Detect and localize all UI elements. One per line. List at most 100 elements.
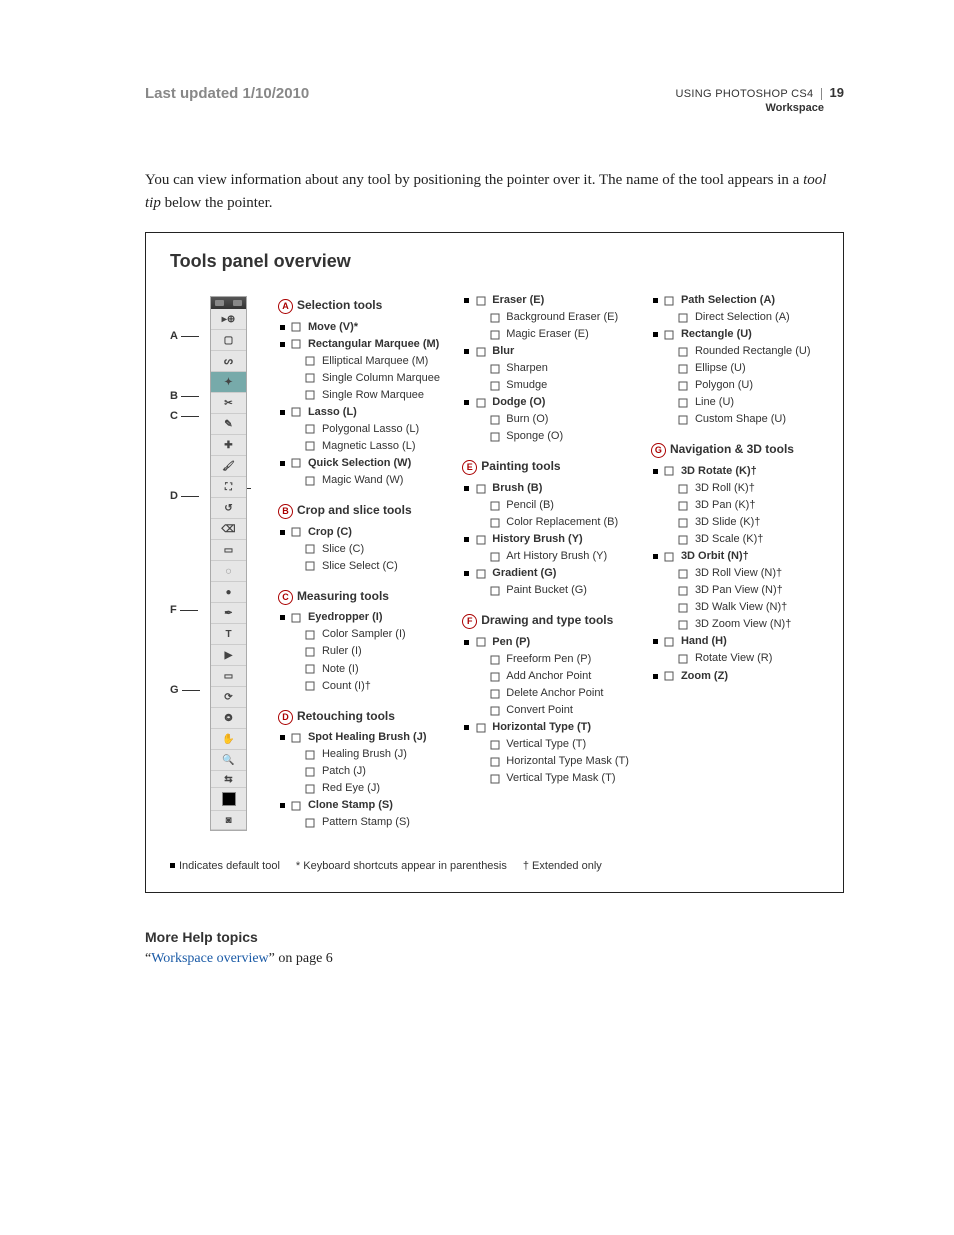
section-name: Workspace: [676, 102, 844, 114]
default-marker: [464, 571, 469, 576]
add-anchor-icon: [488, 670, 501, 683]
tool-sponge: Sponge (O): [462, 428, 629, 445]
note-icon: [304, 663, 317, 676]
custom-shape-icon: [677, 413, 690, 426]
toolslot-eraser-icon: ⌫: [211, 519, 246, 540]
tool-slice-select: Slice Select (C): [278, 558, 440, 575]
tool-3d-roll: 3D Roll (K)†: [651, 480, 819, 497]
tool-spot-heal: Spot Healing Brush (J): [278, 729, 440, 746]
tool-3d-pan-view: 3D Pan View (N)†: [651, 582, 819, 599]
3d-rotate-icon: [663, 465, 676, 478]
spot-heal-icon: [290, 731, 303, 744]
mag-lasso-icon: [304, 440, 317, 453]
default-marker: [653, 554, 658, 559]
tool-round-rect: Rounded Rectangle (U): [651, 343, 819, 360]
ruler-icon: [304, 646, 317, 659]
count-icon: [304, 680, 317, 693]
tool-label: Elliptical Marquee (M): [322, 353, 428, 370]
tool-color-replace: Color Replacement (B): [462, 514, 629, 531]
group-head-C: CMeasuring tools: [278, 587, 440, 606]
tool-label: 3D Rotate (K)†: [681, 463, 757, 480]
3d-walk-icon: [677, 601, 690, 614]
default-marker: [280, 342, 285, 347]
group-head-A: ASelection tools: [278, 296, 440, 315]
slice-icon: [304, 543, 317, 556]
tool-3d-roll-view: 3D Roll View (N)†: [651, 565, 819, 582]
legend: Indicates default tool * Keyboard shortc…: [170, 860, 819, 872]
tool-label: Freeform Pen (P): [506, 651, 591, 668]
column-1: ASelection tools Move (V)*Rectangular Mar…: [278, 292, 440, 844]
default-marker: [653, 674, 658, 679]
tool-label: Move (V)*: [308, 319, 358, 336]
3d-orbit-icon: [663, 550, 676, 563]
tool-magic-eraser: Magic Eraser (E): [462, 326, 629, 343]
tool-label: 3D Zoom View (N)†: [695, 616, 791, 633]
tool-pen: Pen (P): [462, 634, 629, 651]
tool-note: Note (I): [278, 661, 440, 678]
tool-hand: Hand (H): [651, 633, 819, 650]
row-marquee-icon: [304, 389, 317, 402]
round-rect-icon: [677, 345, 690, 358]
tool-label: Slice Select (C): [322, 558, 398, 575]
tool-label: Eyedropper (I): [308, 609, 383, 626]
workspace-overview-link[interactable]: Workspace overview: [151, 951, 268, 966]
more-help-section: More Help topics “Workspace overview” on…: [145, 929, 844, 967]
line-icon: [677, 396, 690, 409]
tool-3d-orbit: 3D Orbit (N)†: [651, 548, 819, 565]
col-marquee-icon: [304, 372, 317, 385]
poly-lasso-icon: [304, 423, 317, 436]
hand-icon: [663, 635, 676, 648]
panel-title: Tools panel overview: [170, 251, 819, 272]
tool-label: 3D Roll (K)†: [695, 480, 755, 497]
tool-label: Delete Anchor Point: [506, 685, 603, 702]
tool-label: Horizontal Type (T): [492, 719, 591, 736]
tool-rect: Rectangle (U): [651, 326, 819, 343]
tool-rect-marquee: Rectangular Marquee (M): [278, 336, 440, 353]
tool-eraser: Eraser (E): [462, 292, 629, 309]
tool-h-type-mask: Horizontal Type Mask (T): [462, 753, 629, 770]
tool-label: Art History Brush (Y): [506, 548, 607, 565]
toolslot-3d-orbit-icon: ⭗: [211, 708, 246, 729]
tool-label: Single Column Marquee: [322, 370, 440, 387]
tool-sharpen: Sharpen: [462, 360, 629, 377]
3d-scale-icon: [677, 533, 690, 546]
tool-label: Clone Stamp (S): [308, 797, 393, 814]
tool-convert-point: Convert Point: [462, 702, 629, 719]
tool-label: Pattern Stamp (S): [322, 814, 410, 831]
last-updated: Last updated 1/10/2010: [145, 85, 309, 102]
toolbar-image: ▸⊕ ▢ ᔕ ✦ ✂ ✎ ✚ 🖌 ⛶ ↺ ⌫ ▭ ◌ ● ✒ T ▶: [210, 296, 247, 831]
default-marker: [464, 537, 469, 542]
eraser-icon: [474, 294, 487, 307]
tool-label: Hand (H): [681, 633, 727, 650]
toolslot-quicksel-icon: ✦: [211, 372, 246, 393]
tool-history-brush: History Brush (Y): [462, 531, 629, 548]
tool-label: Note (I): [322, 661, 359, 678]
toolslot-shape-icon: ▭: [211, 666, 246, 687]
tool-del-anchor: Delete Anchor Point: [462, 685, 629, 702]
column-3: Path Selection (A)Direct Selection (A)Re…: [651, 292, 819, 697]
tool-zoom: Zoom (Z): [651, 668, 819, 685]
tool-label: Add Anchor Point: [506, 668, 591, 685]
intro-text-a: You can view information about any tool …: [145, 172, 803, 188]
3d-zoom-icon: [677, 618, 690, 631]
intro-text-b: below the pointer.: [161, 195, 273, 211]
direct-sel-icon: [677, 311, 690, 324]
tool-label: 3D Pan (K)†: [695, 497, 756, 514]
toolslot-hand-icon: ✋: [211, 729, 246, 750]
tool-label: Single Row Marquee: [322, 387, 424, 404]
group-head-E: EPainting tools: [462, 457, 629, 476]
freeform-pen-icon: [488, 653, 501, 666]
del-anchor-icon: [488, 687, 501, 700]
default-marker: [653, 639, 658, 644]
callout-A: A: [170, 330, 199, 342]
rect-marquee-icon: [290, 338, 303, 351]
tool-path-sel: Path Selection (A): [651, 292, 819, 309]
color-replace-icon: [488, 516, 501, 529]
tool-label: Horizontal Type Mask (T): [506, 753, 629, 770]
panel-columns: A B C D E F G ▸⊕ ▢ ᔕ ✦ ✂ ✎ ✚ 🖌 ⛶: [170, 292, 819, 844]
toolslot-blur-icon: ◌: [211, 561, 246, 582]
toolbar-image-header: [211, 297, 246, 309]
path-sel-icon: [663, 294, 676, 307]
3d-pan-view-icon: [677, 584, 690, 597]
blur-icon: [474, 345, 487, 358]
